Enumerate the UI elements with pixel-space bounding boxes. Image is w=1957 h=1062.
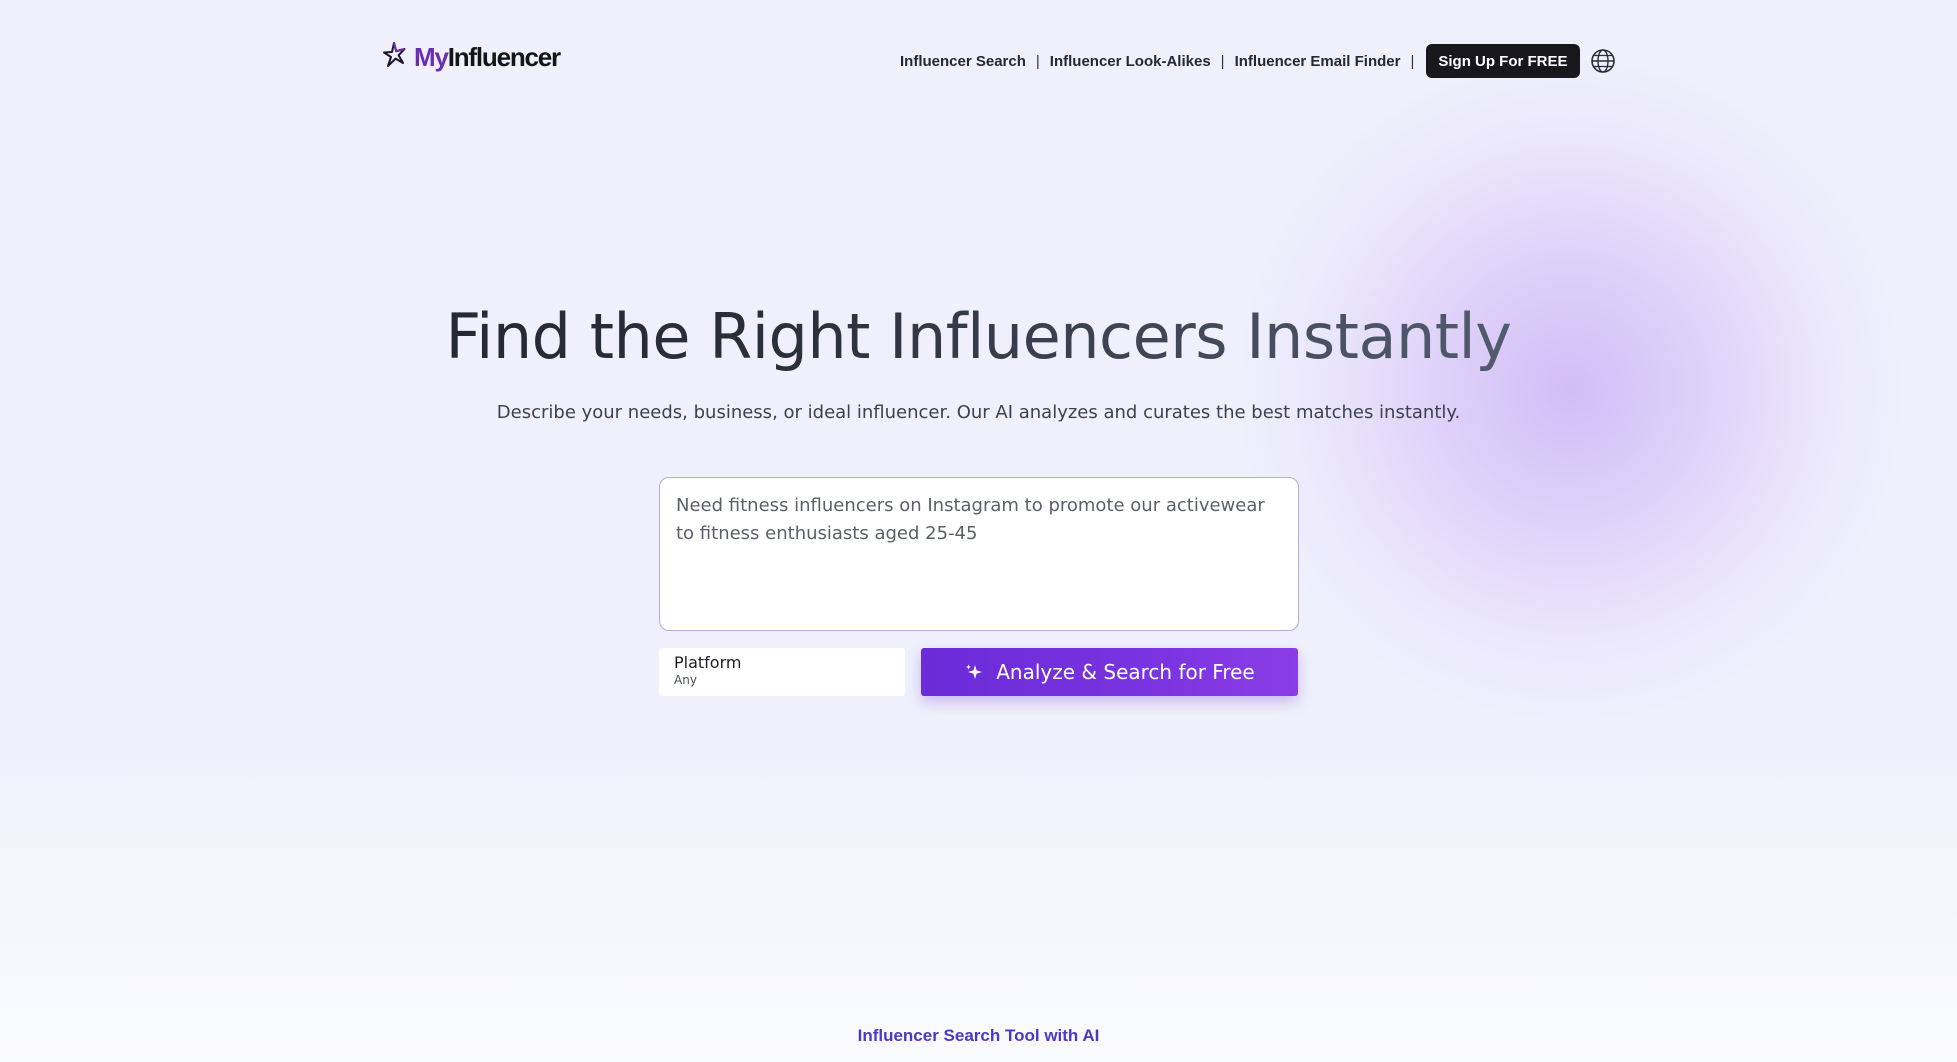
- hero-title: Find the Right Influencers Instantly: [0, 300, 1957, 373]
- search-query-input[interactable]: Need fitness influencers on Instagram to…: [659, 477, 1299, 631]
- platform-select-label: Platform: [674, 653, 742, 672]
- sparkle-icon: [964, 662, 984, 682]
- analyze-search-button-label: Analyze & Search for Free: [996, 660, 1255, 684]
- page: MyInfluencer Influencer Search | Influen…: [0, 0, 1957, 1062]
- background-glow: [1240, 60, 1900, 720]
- footer-tagline: Influencer Search Tool with AI: [857, 1026, 1100, 1045]
- nav-link-influencer-email-finder[interactable]: Influencer Email Finder: [1235, 53, 1401, 70]
- logo-text-prefix: My: [414, 41, 449, 72]
- sign-up-button[interactable]: Sign Up For FREE: [1426, 44, 1580, 78]
- analyze-search-button[interactable]: Analyze & Search for Free: [921, 648, 1298, 696]
- nav-link-influencer-look-alikes[interactable]: Influencer Look-Alikes: [1050, 53, 1211, 70]
- nav-separator: |: [1410, 52, 1415, 70]
- platform-select[interactable]: Platform Any: [659, 648, 905, 696]
- nav-separator: |: [1035, 52, 1040, 70]
- globe-icon[interactable]: [1590, 48, 1616, 74]
- nav-separator: |: [1220, 52, 1225, 70]
- hero-subtitle: Describe your needs, business, or ideal …: [496, 402, 1461, 423]
- platform-select-value: Any: [674, 673, 697, 687]
- nav-link-influencer-search[interactable]: Influencer Search: [900, 53, 1026, 70]
- logo[interactable]: MyInfluencer: [380, 40, 561, 75]
- star-logo-icon: [380, 40, 410, 75]
- logo-text-suffix: Influencer: [447, 41, 561, 72]
- logo-text: MyInfluencer: [414, 41, 561, 73]
- top-nav: Influencer Search | Influencer Look-Alik…: [900, 44, 1616, 78]
